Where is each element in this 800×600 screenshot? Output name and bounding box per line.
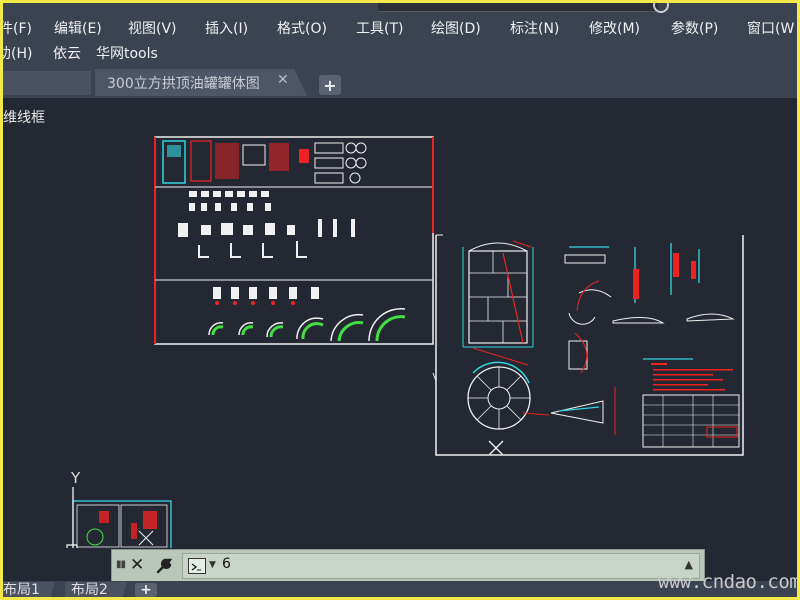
tab-document-label: 300立方拱顶油罐罐体图: [107, 75, 260, 92]
menu-modify[interactable]: 修改(M): [589, 18, 640, 38]
layout-tab-1[interactable]: 布局1: [3, 582, 55, 597]
new-layout-button[interactable]: +: [135, 583, 157, 597]
menu-insert[interactable]: 插入(I): [205, 18, 248, 38]
tab-close-icon[interactable]: ✕: [277, 72, 289, 88]
menu-parametric[interactable]: 参数(P): [671, 18, 718, 38]
command-history-up-icon[interactable]: ▲: [685, 558, 693, 571]
command-prompt-icon[interactable]: [188, 558, 206, 574]
menu-help[interactable]: 助(H): [3, 43, 32, 63]
command-text: 6: [222, 556, 231, 572]
command-input[interactable]: ▼ 6 ▲: [182, 553, 700, 579]
tab-start[interactable]: [3, 71, 91, 95]
command-line: ▮▮ ✕ ▼ 6 ▲: [111, 549, 705, 583]
tab-document[interactable]: 300立方拱顶油罐罐体图 ✕: [95, 69, 307, 96]
drawing-canvas[interactable]: [3, 98, 797, 548]
app-frame: 件(F) 编辑(E) 视图(V) 插入(I) 格式(O) 工具(T) 绘图(D)…: [3, 3, 797, 597]
title-bar-strip: [378, 3, 658, 12]
drawing-sheet-details: [154, 136, 434, 345]
menu-format[interactable]: 格式(O): [277, 18, 327, 38]
menu-view[interactable]: 视图(V): [128, 18, 177, 38]
menu-yiyun[interactable]: 依云: [53, 43, 81, 63]
menu-tools[interactable]: 工具(T): [356, 18, 403, 38]
drawing-sheet-tank: [432, 234, 744, 456]
wrench-icon[interactable]: [154, 554, 174, 576]
command-dropdown-icon[interactable]: ▼: [209, 560, 216, 570]
layout-tab-2[interactable]: 布局2: [65, 582, 127, 597]
ucs-y-label: Y: [71, 469, 81, 487]
new-tab-button[interactable]: +: [319, 75, 341, 95]
menu-bar: 件(F) 编辑(E) 视图(V) 插入(I) 格式(O) 工具(T) 绘图(D)…: [3, 3, 797, 65]
layout-miniature: [72, 500, 172, 548]
menu-window[interactable]: 窗口(W: [747, 18, 794, 38]
command-line-grip-icon[interactable]: ▮▮: [116, 559, 126, 570]
menu-edit[interactable]: 编辑(E): [54, 18, 102, 38]
command-close-icon[interactable]: ✕: [130, 555, 144, 575]
menu-huawang-tools[interactable]: 华网tools: [96, 43, 158, 63]
title-circle-icon: [653, 3, 669, 13]
menu-dimension[interactable]: 标注(N): [510, 18, 559, 38]
menu-file[interactable]: 件(F): [3, 18, 32, 38]
watermark-text: www.cndao.com: [658, 571, 797, 593]
document-tab-bar: 300立方拱顶油罐罐体图 ✕ +: [3, 65, 797, 98]
menu-draw[interactable]: 绘图(D): [431, 18, 481, 38]
viewport-style-label[interactable]: 维线框: [3, 107, 45, 127]
